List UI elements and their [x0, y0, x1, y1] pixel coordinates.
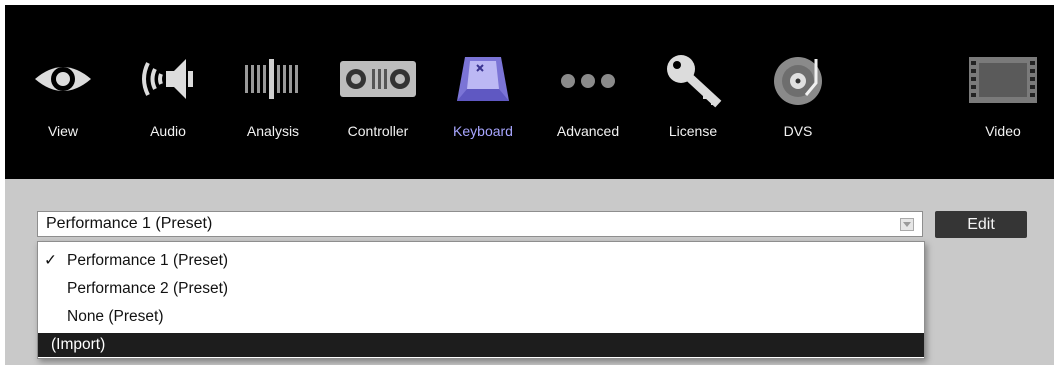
- tab-label: DVS: [783, 123, 813, 139]
- tab-label: Advanced: [556, 123, 620, 139]
- tab-license[interactable]: License: [643, 35, 743, 155]
- menu-item-performance-2[interactable]: Performance 2 (Preset): [38, 277, 924, 301]
- tab-label: Video: [985, 123, 1021, 139]
- keyboard-key-icon: [457, 57, 509, 101]
- tab-label: View: [47, 123, 79, 139]
- tab-keyboard[interactable]: Keyboard: [433, 35, 533, 155]
- tab-view[interactable]: View: [13, 35, 113, 155]
- tab-analysis[interactable]: Analysis: [223, 35, 323, 155]
- speaker-icon: [142, 59, 193, 99]
- eye-icon: [35, 67, 91, 91]
- tab-label: Controller: [347, 123, 409, 139]
- menu-item-label: Performance 1 (Preset): [67, 252, 229, 269]
- menu-item-none[interactable]: None (Preset): [38, 305, 924, 329]
- tab-advanced[interactable]: Advanced: [538, 35, 638, 155]
- keyboard-preset-select[interactable]: Performance 1 (Preset): [37, 211, 923, 237]
- checkmark-icon: ✓: [44, 252, 57, 269]
- menu-item-label: None (Preset): [67, 308, 164, 325]
- tab-controller[interactable]: Controller: [328, 35, 428, 155]
- preset-select-value: Performance 1 (Preset): [46, 215, 213, 232]
- turntable-icon: [774, 57, 822, 105]
- tab-label: License: [668, 123, 718, 139]
- controller-icon: [340, 61, 416, 97]
- key-icon: [667, 55, 722, 108]
- waveform-icon: [245, 59, 298, 99]
- menu-item-performance-1[interactable]: ✓ Performance 1 (Preset): [38, 249, 924, 273]
- tab-label: Keyboard: [453, 123, 513, 139]
- film-icon: [969, 57, 1037, 103]
- preferences-toolbar: View Audio Analysis Controller Keyboard …: [5, 5, 1054, 179]
- menu-item-label: Performance 2 (Preset): [67, 280, 229, 297]
- menu-item-import[interactable]: (Import): [38, 333, 924, 357]
- tab-audio[interactable]: Audio: [118, 35, 218, 155]
- edit-button[interactable]: Edit: [935, 211, 1027, 238]
- tab-label: Audio: [150, 123, 186, 139]
- three-dots-icon: [561, 74, 615, 88]
- tab-video[interactable]: Video: [953, 35, 1053, 155]
- tab-label: Analysis: [246, 123, 300, 139]
- preset-dropdown-menu: ✓ Performance 1 (Preset) Performance 2 (…: [37, 241, 925, 359]
- menu-item-label: (Import): [51, 336, 106, 353]
- preferences-window: View Audio Analysis Controller Keyboard …: [5, 5, 1054, 365]
- tab-dvs[interactable]: DVS: [748, 35, 848, 155]
- dropdown-arrow-icon: [900, 218, 914, 231]
